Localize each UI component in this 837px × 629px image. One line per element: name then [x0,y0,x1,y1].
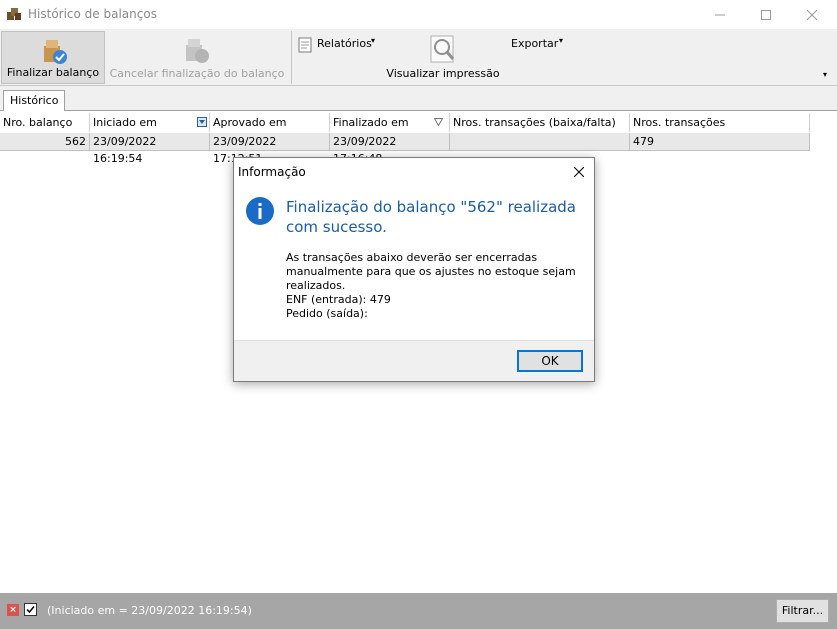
print-preview-icon [430,35,455,63]
toolbar: Finalizar balanço Cancelar finalização d… [0,29,837,86]
exportar-label: Exportar [511,37,559,50]
filtrar-button[interactable]: Filtrar... [776,599,829,623]
box-check-icon [44,40,67,64]
column-header-iniciado-label: Iniciado em [93,116,157,129]
minimize-icon [715,14,725,15]
box-cancel-icon [186,39,209,63]
column-header-finalizado-label: Finalizado em [333,116,409,129]
dialog-close-button[interactable] [567,162,591,182]
column-header-entrada[interactable]: Nros. transações (entrada/sobra) [630,113,810,148]
relatorios-label: Relatórios [317,37,372,50]
info-icon [246,197,274,225]
minimize-button[interactable] [697,0,743,29]
window-title: Histórico de balanços [28,7,157,21]
ok-button[interactable]: OK [517,350,583,372]
pedido-line: Pedido (saída): [286,307,368,320]
close-button[interactable] [789,0,835,29]
dialog-message: As transações abaixo deverão ser encerra… [286,251,576,321]
cancelar-finalizacao-button[interactable]: Cancelar finalização do balanço [106,31,288,84]
toolbar-separator [291,31,292,84]
tab-strip: Histórico [0,86,837,111]
chevron-down-icon: ▾ [559,36,564,45]
report-icon [298,37,312,53]
toolbar-overflow-icon[interactable]: ▾ [823,70,827,79]
column-header-finalizado[interactable]: Finalizado em [330,113,450,132]
maximize-button[interactable] [743,0,789,29]
chevron-down-icon: ▾ [371,36,376,45]
visualizar-impressao-label: Visualizar impressão [386,67,500,80]
dialog-heading: Finalização do balanço "562" realizada c… [286,198,576,236]
cell-nro: 562 [0,133,90,151]
close-icon [807,9,817,20]
cell-finalizado: 23/09/2022 17:16:48 [330,133,450,165]
close-icon [573,166,585,178]
filter-bar: × (Iniciado em = 23/09/2022 16:19:54) Fi… [0,593,837,629]
column-header-aprovado[interactable]: Aprovado em [210,113,330,132]
message-text: As transações abaixo deverão ser encerra… [286,251,576,292]
finalizar-balanco-button[interactable]: Finalizar balanço [1,31,105,84]
tab-historico[interactable]: Histórico [3,90,66,111]
finalizar-balanco-label: Finalizar balanço [6,66,100,79]
clear-filter-icon[interactable]: × [7,604,19,616]
dialog-title: Informação [238,165,306,179]
window-titlebar: Histórico de balanços [0,0,837,29]
maximize-icon [761,9,771,20]
filter-active-icon[interactable] [197,117,207,127]
filter-icon[interactable] [434,118,443,126]
cell-iniciado: 23/09/2022 16:19:54 [90,133,210,165]
cancelar-finalizacao-label: Cancelar finalização do balanço [109,67,285,80]
visualizar-impressao-button[interactable]: Visualizar impressão [386,31,500,84]
enf-line: ENF (entrada): 479 [286,293,391,306]
column-header-nro[interactable]: Nro. balanço [0,113,90,132]
filter-text[interactable]: (Iniciado em = 23/09/2022 16:19:54) [47,604,252,617]
info-dialog: Informação Finalização do balanço "562" … [233,157,595,382]
filter-enabled-checkbox[interactable] [24,603,37,616]
boxes-icon [7,8,21,20]
cell-aprovado: 23/09/2022 17:12:51 [210,133,330,165]
cell-baixa [450,133,630,151]
relatorios-dropdown[interactable]: Relatórios ▾ [295,31,381,55]
exportar-dropdown[interactable]: Exportar ▾ [506,31,572,55]
dialog-footer: OK [234,340,594,381]
cell-entrada: 479 [630,133,810,151]
column-header-iniciado[interactable]: Iniciado em [90,113,210,132]
checkmark-icon [26,606,35,614]
column-header-baixa[interactable]: Nros. transações (baixa/falta) [450,113,630,132]
